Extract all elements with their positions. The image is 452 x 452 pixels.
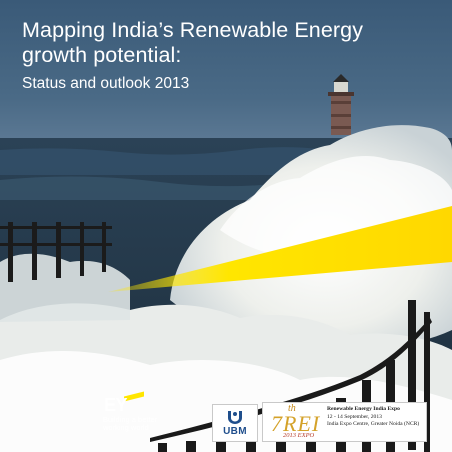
ey-tagline-line-2: working world bbox=[103, 423, 149, 432]
ey-letters: EY bbox=[104, 395, 128, 415]
report-cover: Mapping India’s Renewable Energy growth … bbox=[0, 0, 452, 452]
ubm-wordmark: UBM bbox=[223, 426, 247, 437]
ubm-emblem-icon bbox=[228, 411, 242, 424]
ey-mark: EY bbox=[103, 391, 163, 417]
title-block: Mapping India’s Renewable Energy growth … bbox=[22, 18, 432, 93]
trei-badge: th 7REI 2013 EXPO bbox=[265, 403, 327, 441]
trei-expo-label: 2013 EXPO bbox=[283, 432, 315, 439]
report-subtitle: Status and outlook 2013 bbox=[22, 75, 190, 92]
trei-expo-logo: th 7REI 2013 EXPO Renewable Energy India… bbox=[262, 402, 427, 442]
ubm-logo: UBM bbox=[212, 404, 258, 442]
trei-event-name: Renewable Energy India Expo bbox=[327, 406, 400, 412]
trei-event-venue: India Expo Centre, Greater Noida (NCR) bbox=[327, 421, 420, 427]
ey-tagline: Building a better working world bbox=[103, 416, 193, 432]
trei-event-info: Renewable Energy India Expo 12 - 14 Sept… bbox=[327, 406, 425, 429]
trei-event-dates: 12 - 14 September, 2013 bbox=[327, 413, 382, 420]
report-title: Mapping India’s Renewable Energy growth … bbox=[22, 18, 364, 67]
logo-strip: EY Building a better working world UBM t… bbox=[0, 391, 452, 452]
